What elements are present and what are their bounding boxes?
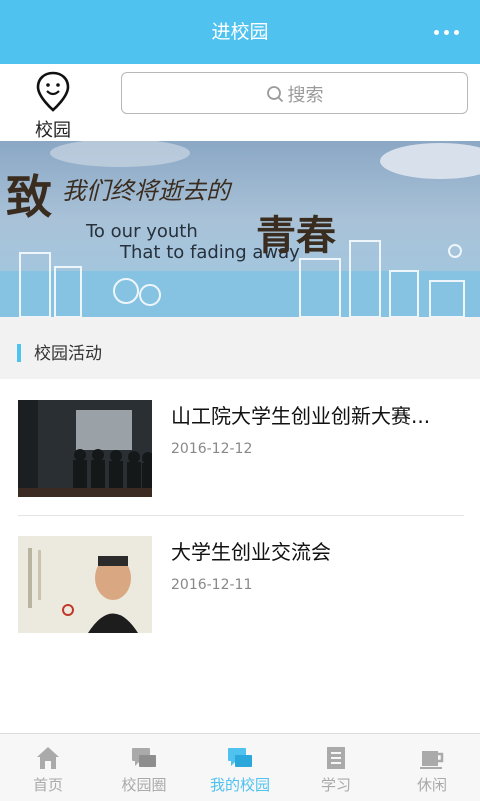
section-header: 校园活动	[0, 317, 480, 379]
tab-home[interactable]: 首页	[0, 734, 96, 801]
more-dots-icon	[434, 30, 439, 35]
location-pin-icon	[36, 71, 70, 112]
tab-campus-circle-label: 校园圈	[121, 776, 167, 794]
notebook-icon	[327, 747, 345, 769]
bottom-tab-bar: 首页 校园圈 我的校园 学习 休闲	[0, 733, 480, 801]
activity-thumbnail	[18, 536, 152, 633]
activity-thumbnail	[18, 400, 152, 497]
campus-selector[interactable]: 校园	[18, 68, 88, 141]
tab-home-label: 首页	[32, 776, 63, 794]
activity-title: 山工院大学生创业创新大赛...	[171, 404, 431, 428]
banner-line1: 我们终将逝去的	[62, 177, 230, 205]
chat-bubble-icon	[228, 748, 252, 767]
more-dots-icon	[444, 30, 449, 35]
home-icon	[37, 747, 59, 769]
banner-big-char: 致	[6, 170, 52, 224]
banner-en-line1: To our youth	[86, 221, 198, 242]
more-dots-icon	[454, 30, 459, 35]
tab-my-campus-label: 我的校园	[209, 776, 270, 794]
chat-icon	[132, 748, 156, 767]
banner-big2: 青春	[256, 212, 336, 259]
coffee-cup-icon	[420, 751, 444, 769]
section-accent-bar	[17, 344, 21, 362]
banner[interactable]: 致 我们终将逝去的 To our youth That to fading aw…	[0, 141, 480, 317]
tab-campus-circle[interactable]: 校园圈	[96, 734, 192, 801]
tab-study-label: 学习	[320, 776, 351, 794]
sub-header: 校园 搜索	[0, 64, 480, 141]
activity-list-item[interactable]: 山工院大学生创业创新大赛... 2016-12-12	[0, 380, 480, 515]
section-title: 校园活动	[34, 344, 102, 364]
search-input[interactable]: 搜索	[121, 72, 468, 114]
tab-my-campus[interactable]: 我的校园	[192, 734, 288, 801]
activity-title: 大学生创业交流会	[171, 540, 331, 564]
search-placeholder: 搜索	[287, 85, 324, 106]
tab-leisure-label: 休闲	[416, 776, 447, 794]
more-menu-button[interactable]	[434, 22, 460, 42]
top-bar: 进校园	[0, 0, 480, 64]
activity-date: 2016-12-12	[171, 441, 253, 457]
banner-background-art	[0, 141, 480, 317]
tab-leisure[interactable]: 休闲	[384, 734, 480, 801]
search-icon	[266, 86, 283, 103]
page-title: 进校园	[211, 21, 269, 43]
tab-study[interactable]: 学习	[288, 734, 384, 801]
activity-list-item[interactable]: 大学生创业交流会 2016-12-11	[0, 516, 480, 651]
campus-label: 校园	[35, 120, 71, 141]
activity-date: 2016-12-11	[171, 577, 253, 593]
